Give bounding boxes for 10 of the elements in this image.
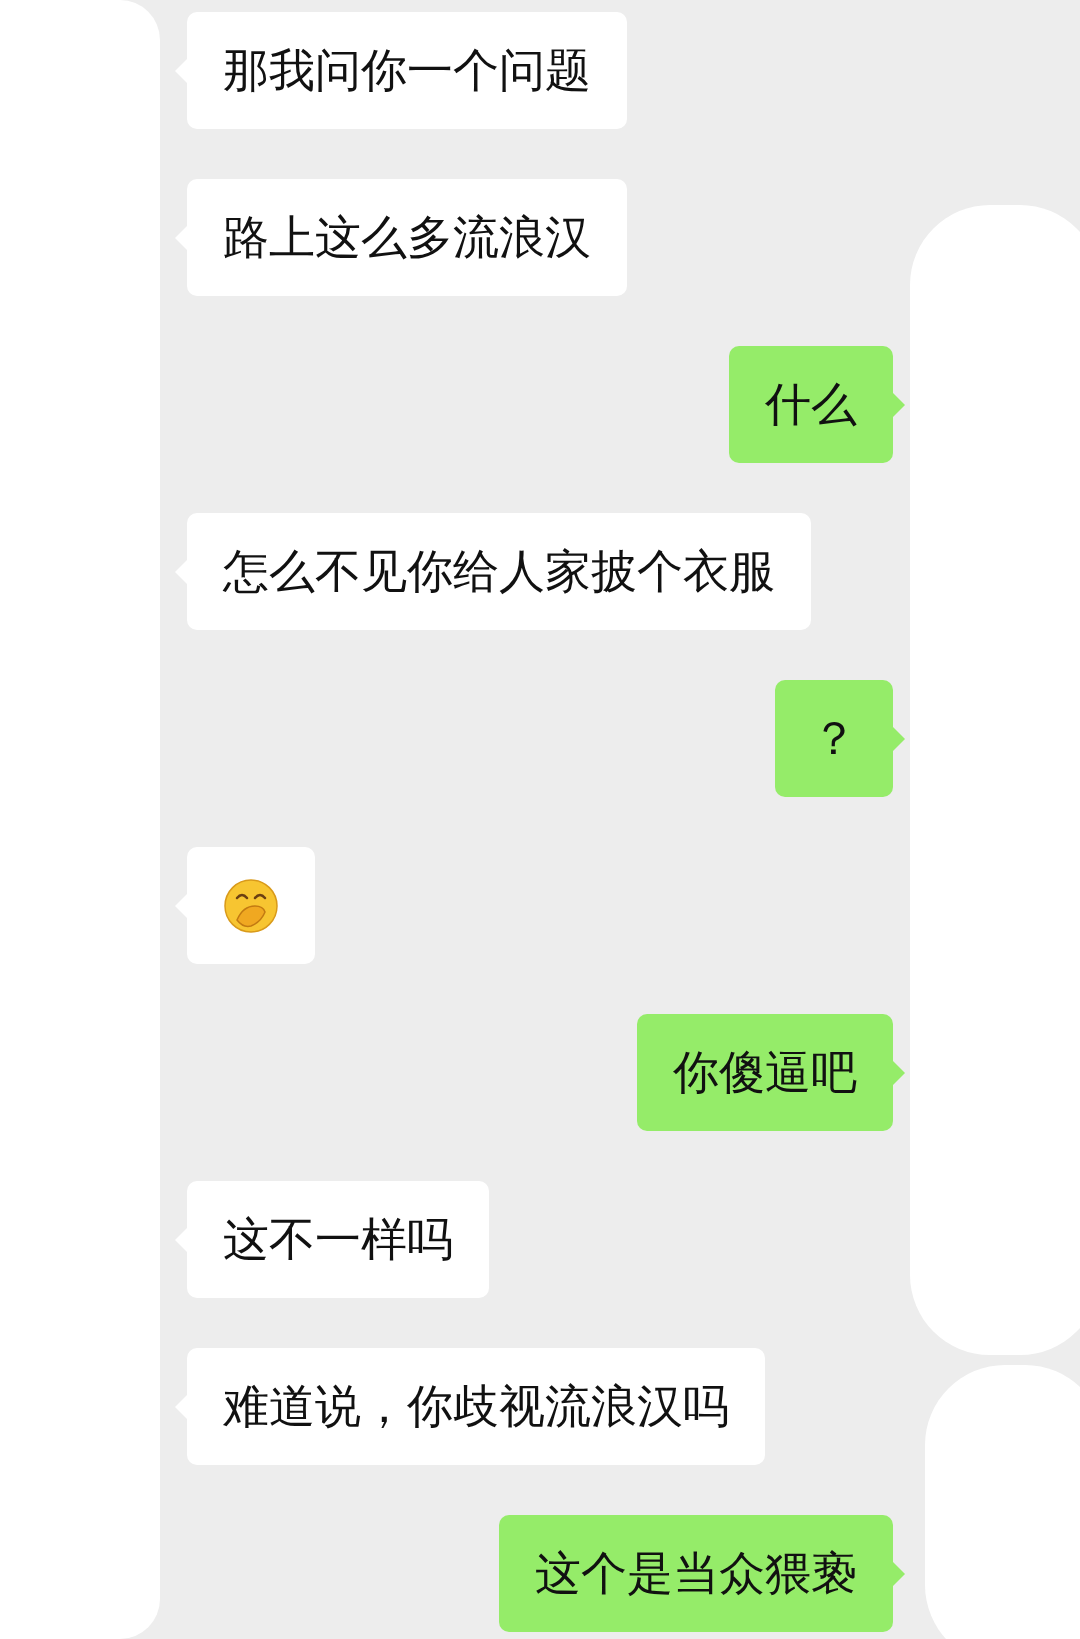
message-text: ？ <box>811 710 857 767</box>
hand-over-mouth-face-icon <box>223 877 279 934</box>
message-text: 难道说，你歧视流浪汉吗 <box>223 1378 729 1435</box>
message-text: 什么 <box>765 376 857 433</box>
message-text: 你傻逼吧 <box>673 1044 857 1101</box>
message-text: 这个是当众猥亵 <box>535 1545 857 1602</box>
message-text: 路上这么多流浪汉 <box>223 209 591 266</box>
message-text: 怎么不见你给人家披个衣服 <box>223 543 775 600</box>
message-text: 这不一样吗 <box>223 1211 453 1268</box>
message-text: 那我问你一个问题 <box>223 42 591 99</box>
